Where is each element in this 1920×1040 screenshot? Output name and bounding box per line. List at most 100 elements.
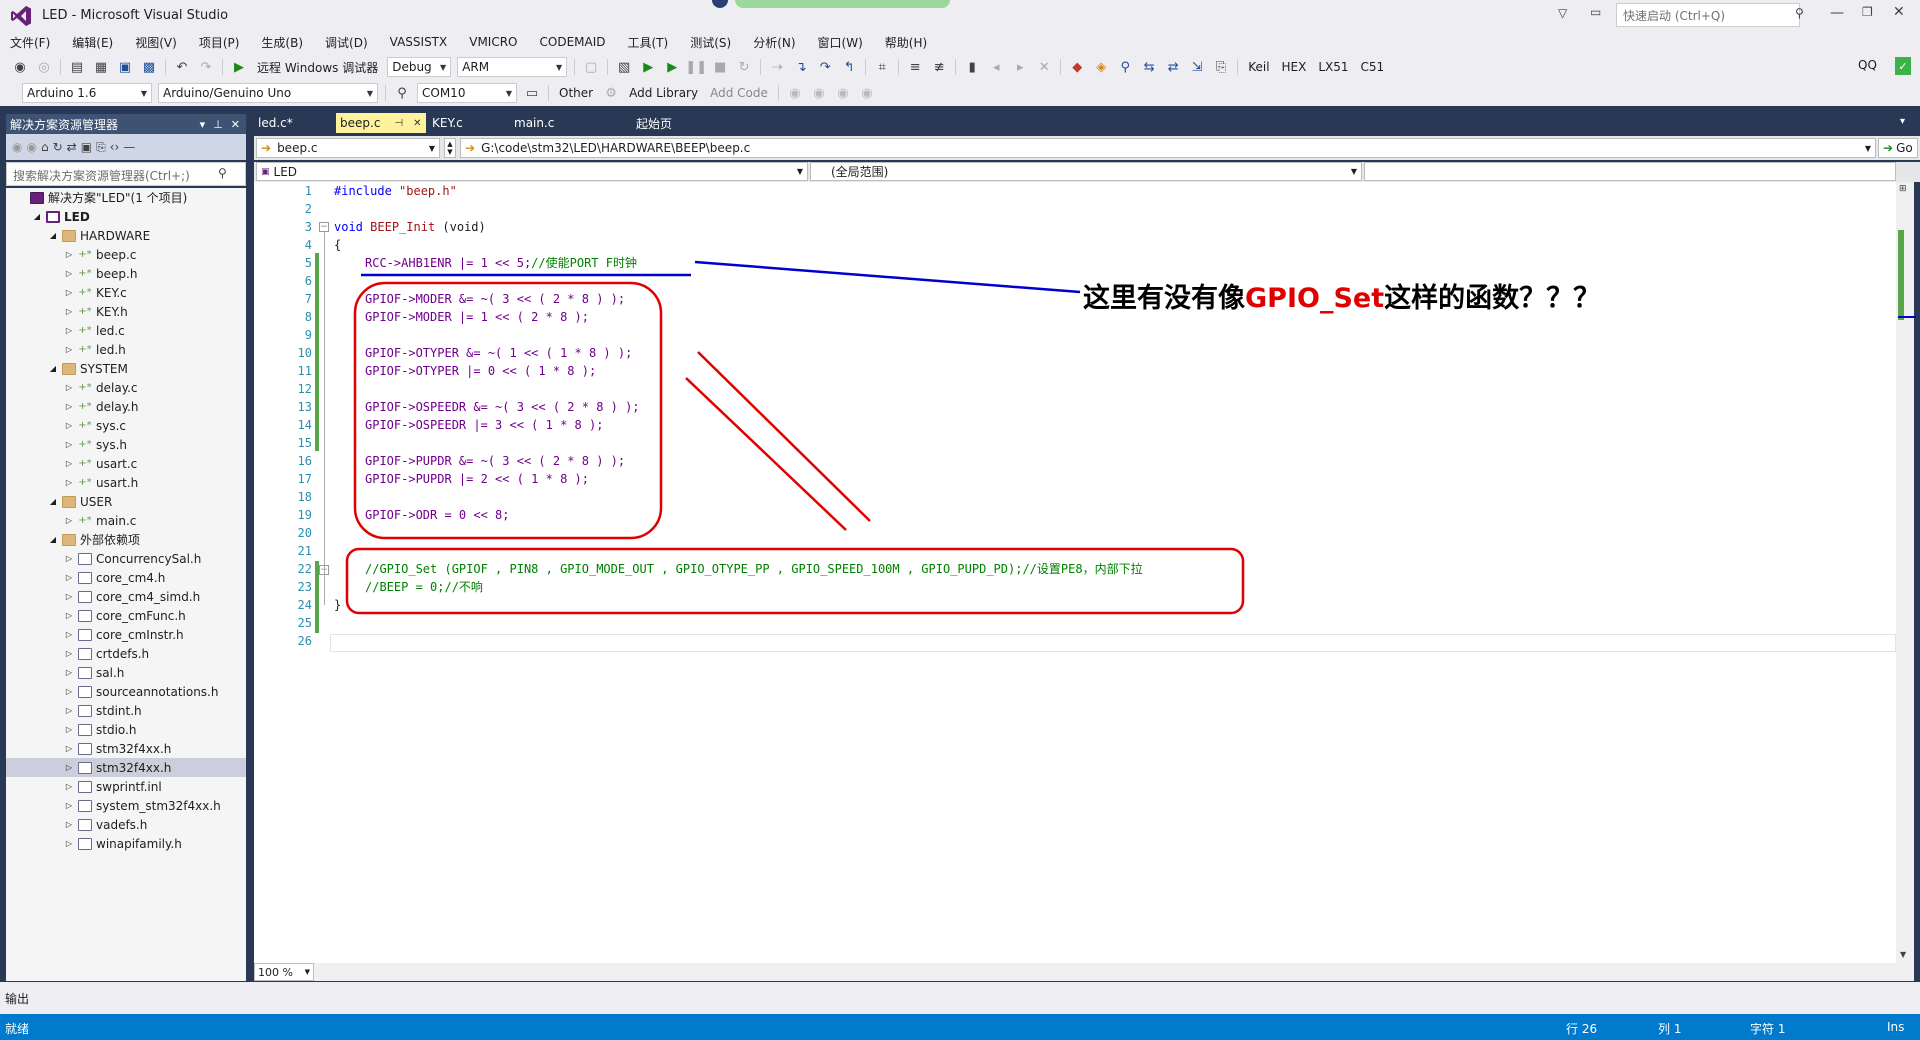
go-button[interactable]: ➔ Go [1878, 138, 1918, 158]
menu-item[interactable]: 项目(P) [199, 34, 240, 51]
vassistx-find-icon[interactable]: ⚲ [1115, 57, 1135, 77]
expand-toggle-icon[interactable]: ◢ [48, 364, 58, 373]
user-name[interactable]: QQ [1858, 58, 1877, 72]
save-icon[interactable]: ▣ [115, 57, 135, 77]
expand-toggle-icon[interactable]: ▷ [64, 573, 74, 582]
quick-launch-input[interactable]: 快速启动 (Ctrl+Q) [1616, 3, 1800, 27]
close-icon[interactable]: ✕ [1893, 4, 1905, 20]
show-all-files-icon[interactable]: ⎘ [96, 140, 106, 155]
tree-item[interactable]: ▷ core_cm4.h [6, 568, 246, 587]
platform-select[interactable]: ARM ▼ [457, 57, 568, 77]
clear-bookmarks-icon[interactable]: ✕ [1034, 57, 1054, 77]
search-icon[interactable]: ⚲ [1795, 6, 1804, 20]
close-icon[interactable]: ✕ [231, 118, 240, 131]
tree-item[interactable]: ▷ ConcurrencySal.h [6, 549, 246, 568]
tree-item[interactable]: ▷ +* beep.c [6, 245, 246, 264]
expand-toggle-icon[interactable]: ▷ [64, 326, 74, 335]
tree-item[interactable]: ◢ 外部依赖项 [6, 530, 246, 549]
tree-item[interactable]: ▷ +* KEY.c [6, 283, 246, 302]
zoom-select[interactable]: 100 % ▼ [254, 963, 314, 981]
step-into-icon[interactable]: ↴ [791, 57, 811, 77]
vassistx-rename-icon[interactable]: ⇄ [1163, 57, 1183, 77]
tree-item[interactable]: ▷ sourceannotations.h [6, 682, 246, 701]
tree-item[interactable]: ◢ SYSTEM [6, 359, 246, 378]
restart-icon[interactable]: ↻ [734, 57, 754, 77]
tree-item[interactable]: ◢ HARDWARE [6, 226, 246, 245]
tab-start-page[interactable]: 起始页 [592, 113, 672, 133]
step-over-icon[interactable]: ↷ [815, 57, 835, 77]
debugger-select[interactable]: 远程 Windows 调试器 [257, 59, 378, 76]
expand-toggle-icon[interactable]: ▷ [64, 554, 74, 563]
board-select[interactable]: Arduino/Genuino Uno ▼ [158, 83, 378, 103]
tree-item[interactable]: ▷ +* delay.h [6, 397, 246, 416]
expand-toggle-icon[interactable]: ▷ [64, 820, 74, 829]
path-combo[interactable]: ➔ G:\code\stm32\LED\HARDWARE\BEEP\beep.c… [460, 138, 1876, 158]
pin-icon[interactable]: ⊥ [213, 118, 223, 131]
expand-toggle-icon[interactable]: ▷ [64, 383, 74, 392]
tab-main-c[interactable]: main.c [510, 113, 590, 133]
port-select[interactable]: COM10 ▼ [417, 83, 517, 103]
search-icon[interactable]: ⚲ [218, 166, 227, 180]
prev-bookmark-icon[interactable]: ◂ [986, 57, 1006, 77]
feedback-icon[interactable]: ▭ [1590, 5, 1601, 19]
undo-icon[interactable]: ↶ [172, 57, 192, 77]
expand-toggle-icon[interactable]: ▷ [64, 269, 74, 278]
tree-item[interactable]: ▷ stdio.h [6, 720, 246, 739]
project-combo[interactable]: ▣ LED ▼ [256, 162, 808, 181]
expand-toggle-icon[interactable]: ◢ [48, 497, 58, 506]
vassistx-headers-icon[interactable]: ⎘ [1211, 57, 1231, 77]
output-tab[interactable]: 输出 [5, 990, 29, 1007]
expand-toggle-icon[interactable]: ▷ [64, 421, 74, 430]
arduino-stop-icon[interactable]: ◉ [833, 83, 853, 103]
add-library-button[interactable]: Add Library [629, 86, 698, 100]
arduino-break-icon[interactable]: ◉ [857, 83, 877, 103]
menu-item[interactable]: 分析(N) [753, 34, 795, 51]
expand-toggle-icon[interactable]: ▷ [64, 725, 74, 734]
member-combo[interactable] [1364, 162, 1896, 181]
show-next-statement-icon[interactable]: ⇢ [767, 57, 787, 77]
tree-item[interactable]: ▷ core_cmFunc.h [6, 606, 246, 625]
run-icon[interactable]: ▶ [662, 57, 682, 77]
menu-item[interactable]: 工具(T) [628, 34, 669, 51]
tree-item[interactable]: ▷ +* led.c [6, 321, 246, 340]
tree-item[interactable]: ▷ swprintf.inl [6, 777, 246, 796]
find-in-files-icon[interactable]: ▢ [581, 57, 601, 77]
hex-display-icon[interactable]: ⌗ [872, 57, 892, 77]
open-file-icon[interactable]: ▦ [91, 57, 111, 77]
expand-toggle-icon[interactable]: ▷ [64, 630, 74, 639]
vassistx-icon[interactable]: ◆ [1067, 57, 1087, 77]
forward-icon[interactable]: ◉ [26, 140, 36, 154]
scope-combo[interactable]: (全局范围) ▼ [810, 162, 1362, 181]
tab-led-c[interactable]: led.c* [254, 113, 334, 133]
keil-button[interactable]: Keil [1248, 60, 1269, 74]
menu-item[interactable]: 调试(D) [325, 34, 368, 51]
tree-item[interactable]: ▷ vadefs.h [6, 815, 246, 834]
redo-icon[interactable]: ↷ [196, 57, 216, 77]
home-icon[interactable]: ⌂ [41, 140, 49, 154]
menu-item[interactable]: 帮助(H) [885, 34, 927, 51]
arduino-debug-icon[interactable]: ◉ [809, 83, 829, 103]
menu-item[interactable]: 窗口(W) [818, 34, 863, 51]
tree-item[interactable]: ▷ winapifamily.h [6, 834, 246, 853]
vassistx-open-icon[interactable]: ◈ [1091, 57, 1111, 77]
continue-icon[interactable]: ▶ [638, 57, 658, 77]
tree-item[interactable]: ▷ stm32f4xx.h [6, 758, 246, 777]
solution-search-input[interactable]: 搜索解决方案资源管理器(Ctrl+;) [6, 162, 246, 186]
menu-item[interactable]: 文件(F) [10, 34, 50, 51]
comment-icon[interactable]: ≡ [905, 57, 925, 77]
file-combo[interactable]: ➔ beep.c ▼ [256, 138, 440, 158]
menu-item[interactable]: 生成(B) [261, 34, 303, 51]
menu-item[interactable]: 视图(V) [135, 34, 177, 51]
tree-item[interactable]: ▷ stdint.h [6, 701, 246, 720]
start-debug-icon[interactable]: ▶ [229, 57, 249, 77]
tree-item[interactable]: ▷ +* usart.h [6, 473, 246, 492]
expand-toggle-icon[interactable]: ▷ [64, 687, 74, 696]
pin-icon[interactable]: ⊣ [394, 118, 403, 129]
collapse-all-icon[interactable]: ▣ [81, 140, 92, 154]
tree-item[interactable]: ▷ +* beep.h [6, 264, 246, 283]
menu-item[interactable]: CODEMAID [540, 35, 606, 49]
scroll-down-icon[interactable]: ▼ [1900, 950, 1906, 959]
serial-search-icon[interactable]: ⚲ [392, 83, 412, 103]
account-icon[interactable]: ✓ [1895, 57, 1911, 75]
other-menu[interactable]: Other [559, 86, 593, 100]
